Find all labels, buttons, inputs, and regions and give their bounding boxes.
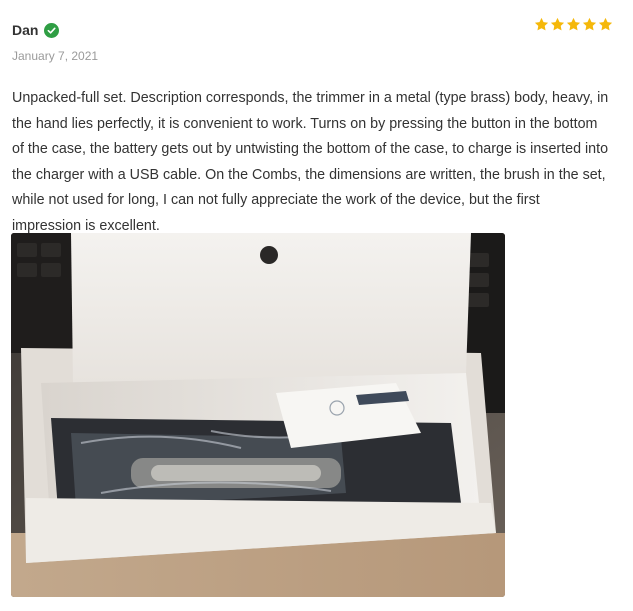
review-date: January 7, 2021 [12, 49, 99, 63]
star-icon [598, 17, 613, 31]
star-icon [550, 17, 565, 31]
author-name: Dan [12, 22, 39, 38]
star-icon [566, 17, 581, 31]
product-box-photo [11, 233, 505, 597]
verified-check-icon [44, 22, 60, 38]
review-photo[interactable] [11, 233, 505, 597]
star-icon [582, 17, 597, 31]
review-header: Dan [12, 22, 60, 38]
review-card: Dan January 7, 2021 Unpacked-full set. D… [0, 0, 633, 611]
review-text: Unpacked-full set. Description correspon… [12, 90, 609, 234]
star-icon [534, 17, 549, 31]
star-rating [534, 17, 613, 32]
